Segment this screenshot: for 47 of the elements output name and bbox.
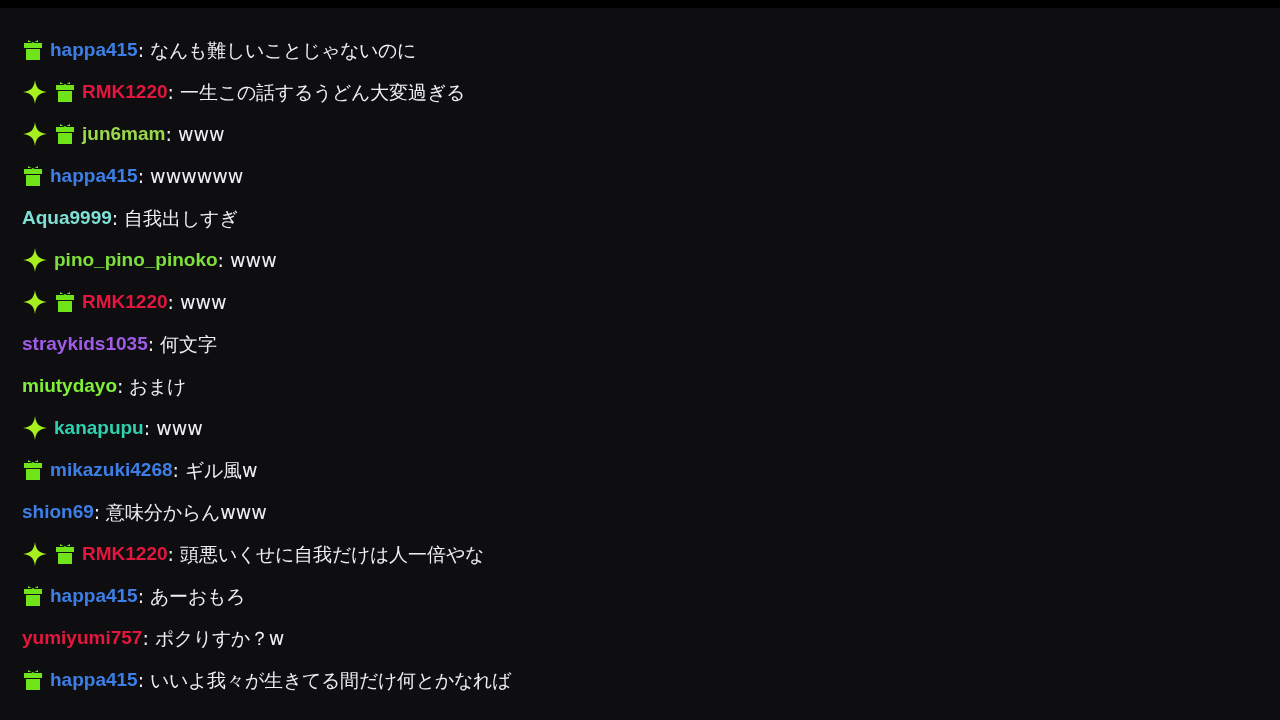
username[interactable]: happa415 xyxy=(50,665,138,695)
message-text: : なんも難しいことじゃないのに xyxy=(137,37,417,63)
message-text: : www xyxy=(217,247,277,273)
username[interactable]: shion69 xyxy=(22,497,94,527)
username[interactable]: yumiyumi757 xyxy=(22,623,143,653)
username[interactable]: kanapupu xyxy=(54,413,144,443)
message-text: : wwwwww xyxy=(137,163,244,189)
gift-icon xyxy=(22,39,44,61)
gift-icon xyxy=(54,543,76,565)
gift-icon xyxy=(54,291,76,313)
gift-icon xyxy=(54,81,76,103)
message-text: : ギル風w xyxy=(172,457,258,483)
sparkle-icon xyxy=(22,415,48,441)
username[interactable]: RMK1220 xyxy=(82,539,168,569)
username[interactable]: pino_pino_pinoko xyxy=(54,245,218,275)
username[interactable]: jun6mam xyxy=(82,119,166,149)
username[interactable]: RMK1220 xyxy=(82,77,168,107)
message-text: : あーおもろ xyxy=(137,583,246,609)
message-text: : www xyxy=(165,121,225,147)
gift-icon xyxy=(22,165,44,187)
sparkle-icon xyxy=(22,121,48,147)
username[interactable]: happa415 xyxy=(50,161,138,191)
message-text: : おまけ xyxy=(117,373,187,399)
message-text: : 意味分からんwww xyxy=(93,499,267,525)
message-text: : www xyxy=(167,289,227,315)
message-text: : 一生この話するうどん大変過ぎる xyxy=(167,79,465,105)
username[interactable]: happa415 xyxy=(50,581,138,611)
sparkle-icon xyxy=(22,289,48,315)
sparkle-icon xyxy=(22,541,48,567)
message-text: : 何文字 xyxy=(147,331,218,357)
username[interactable]: mikazuki4268 xyxy=(50,455,173,485)
sparkle-icon xyxy=(22,247,48,273)
username[interactable]: straykids1035 xyxy=(22,329,148,359)
message-text: : いいよ我々が生きてる間だけ何とかなれば xyxy=(137,667,512,693)
sparkle-icon xyxy=(22,79,48,105)
message-text: : ポクりすか？w xyxy=(142,625,285,651)
message-text: : 自我出しすぎ xyxy=(111,205,239,231)
gift-icon xyxy=(22,585,44,607)
username[interactable]: miutydayo xyxy=(22,371,118,401)
username[interactable]: Aqua9999 xyxy=(22,203,112,233)
message-text: : www xyxy=(143,415,203,441)
gift-icon xyxy=(54,123,76,145)
gift-icon xyxy=(22,459,44,481)
username[interactable]: happa415 xyxy=(50,35,138,65)
message-text: : 頭悪いくせに自我だけは人一倍やな xyxy=(167,541,484,567)
gift-icon xyxy=(22,669,44,691)
username[interactable]: RMK1220 xyxy=(82,287,168,317)
